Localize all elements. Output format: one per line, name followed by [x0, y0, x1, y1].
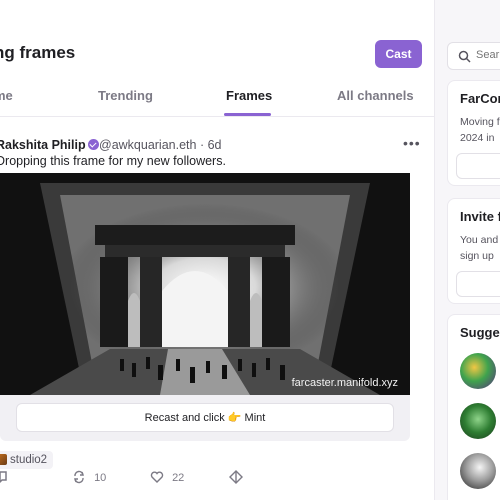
avatar[interactable] [460, 453, 496, 489]
diamond-icon[interactable] [229, 470, 243, 484]
recast-count: 10 [94, 472, 107, 484]
farcon-title: FarCon [460, 91, 500, 106]
more-icon[interactable]: ••• [403, 135, 421, 151]
search-input[interactable] [476, 49, 500, 61]
main-feed: ng frames Cast me Trending Frames All ch… [0, 0, 434, 500]
cast-button[interactable]: Cast [375, 40, 422, 68]
search-box[interactable] [447, 42, 500, 70]
tab-trending[interactable]: Trending [98, 88, 153, 103]
right-sidebar: FarCon Moving f 2024 in Invite f You and… [434, 0, 500, 500]
invite-card: Invite f You and sign up [447, 198, 500, 304]
avatar[interactable] [460, 403, 496, 439]
frame-image[interactable]: farcaster.manifold.xyz [0, 173, 410, 395]
post-text: Dropping this frame for my new followers… [0, 154, 226, 168]
suggested-title: Sugge [460, 325, 500, 340]
page-title: ng frames [0, 43, 76, 62]
feed-tabs: me Trending Frames All channels [0, 80, 434, 116]
channel-icon [0, 454, 7, 465]
frame-illustration [0, 173, 410, 395]
recast-icon [74, 470, 84, 484]
post-author[interactable]: Rakshita Philip [0, 138, 86, 152]
invite-title: Invite f [460, 209, 500, 224]
frame-mint-button[interactable]: Recast and click 👉 Mint [16, 403, 394, 432]
post-handle[interactable]: @awkquarian.eth · 6d [99, 138, 221, 152]
reply-icon[interactable] [0, 470, 8, 484]
farcon-card: FarCon Moving f 2024 in [447, 80, 500, 186]
post-actions: 10 22 [0, 470, 434, 490]
invite-line1: You and [460, 234, 499, 246]
tab-home[interactable]: me [0, 88, 13, 103]
frame-actions: Recast and click 👉 Mint [0, 395, 410, 441]
avatar[interactable] [460, 353, 496, 389]
farcon-line2: 2024 in [460, 132, 495, 144]
channel-chip[interactable]: studio2 [0, 451, 54, 469]
tab-frames[interactable]: Frames [226, 88, 272, 103]
tabs-divider [0, 116, 434, 117]
suggested-card: Sugge [447, 314, 500, 500]
like-icon [150, 471, 164, 483]
verified-badge-icon [88, 139, 99, 150]
like-count: 22 [172, 472, 185, 484]
farcon-button[interactable] [456, 153, 500, 179]
invite-button[interactable] [456, 271, 500, 297]
tab-all-channels[interactable]: All channels [337, 88, 414, 103]
search-icon [458, 50, 471, 63]
invite-line2: sign up [460, 250, 494, 262]
recast-action[interactable]: 10 [72, 470, 106, 484]
frame-url: farcaster.manifold.xyz [291, 377, 398, 389]
farcon-line1: Moving f [460, 116, 500, 128]
cast-post[interactable]: Rakshita Philip @awkquarian.eth · 6d •••… [0, 129, 430, 469]
channel-name: studio2 [10, 454, 48, 466]
like-action[interactable]: 22 [150, 470, 184, 484]
